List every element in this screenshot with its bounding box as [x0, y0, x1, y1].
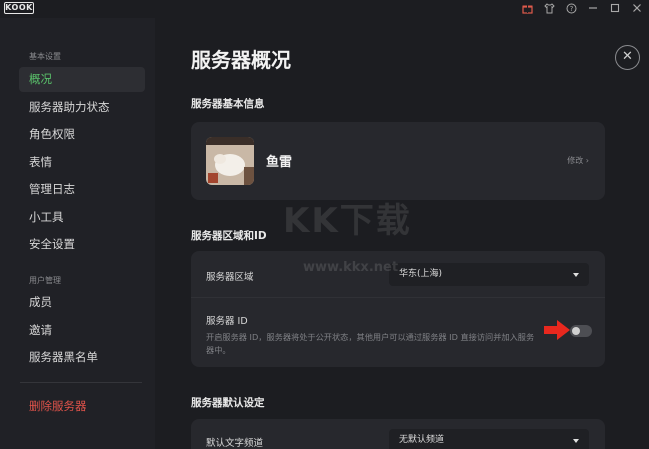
- maximize-icon[interactable]: [609, 2, 621, 14]
- sidebar-item-audit-log[interactable]: 管理日志: [19, 177, 145, 202]
- sidebar-divider: [20, 382, 142, 383]
- sidebar-item-blacklist[interactable]: 服务器黑名单: [19, 345, 145, 370]
- sidebar-section-basic: 基本设置: [29, 52, 61, 61]
- shirt-icon[interactable]: [543, 2, 555, 14]
- server-avatar[interactable]: [206, 137, 254, 185]
- server-id-toggle[interactable]: [570, 325, 592, 337]
- sidebar-item-security[interactable]: 安全设置: [19, 232, 145, 257]
- region-label: 服务器区域: [206, 272, 254, 283]
- toggle-knob: [572, 327, 580, 335]
- sidebar-item-widgets[interactable]: 小工具: [19, 205, 145, 230]
- sidebar-item-invites[interactable]: 邀请: [19, 318, 145, 343]
- sidebar-item-members[interactable]: 成员: [19, 290, 145, 315]
- title-bar: KOOK ?: [0, 0, 649, 18]
- red-arrow-icon: [544, 320, 570, 340]
- sidebar-item-boost[interactable]: 服务器助力状态: [19, 95, 145, 120]
- watermark-logo: KK下载: [283, 201, 412, 241]
- gift-icon[interactable]: [521, 2, 533, 14]
- server-id-label: 服务器 ID: [206, 316, 248, 327]
- minimize-icon[interactable]: [587, 2, 599, 14]
- kook-logo: KOOK: [4, 2, 34, 14]
- default-text-channel-select[interactable]: 无默认频道: [389, 429, 589, 449]
- sidebar-item-roles[interactable]: 角色权限: [19, 122, 145, 147]
- region-select-value: 华东(上海): [399, 269, 443, 279]
- section-title-defaults: 服务器默认设定: [191, 397, 265, 409]
- watermark-url: www.kkx.net: [303, 260, 399, 275]
- chevron-down-icon: [573, 273, 579, 277]
- sidebar-item-delete-server[interactable]: 删除服务器: [19, 394, 145, 419]
- main-panel: 服务器概况 ✕ 服务器基本信息 鱼雷 修改 › 服务器区域和ID 服务器区域 华…: [155, 18, 649, 449]
- sidebar-section-users: 用户管理: [29, 276, 61, 285]
- close-icon[interactable]: [631, 2, 643, 14]
- sidebar-item-emoji[interactable]: 表情: [19, 150, 145, 175]
- row-divider: [191, 297, 605, 298]
- page-title: 服务器概况: [191, 48, 291, 72]
- default-text-channel-label: 默认文字频道: [206, 438, 264, 449]
- section-title-region: 服务器区域和ID: [191, 230, 267, 242]
- chevron-down-icon: [573, 439, 579, 443]
- server-info-card: 鱼雷 修改 ›: [191, 122, 605, 200]
- edit-server-link[interactable]: 修改 ›: [567, 155, 589, 166]
- server-name: 鱼雷: [266, 155, 293, 170]
- section-title-basic-info: 服务器基本信息: [191, 98, 265, 110]
- default-text-channel-value: 无默认频道: [399, 435, 445, 445]
- svg-text:?: ?: [569, 5, 573, 13]
- sidebar-item-overview[interactable]: 概况: [19, 67, 145, 92]
- defaults-card: 默认文字频道 无默认频道: [191, 419, 605, 449]
- close-settings-button[interactable]: ✕: [615, 45, 640, 70]
- settings-sidebar: 基本设置 概况 服务器助力状态 角色权限 表情 管理日志 小工具 安全设置 用户…: [0, 18, 155, 449]
- server-id-description: 开启服务器 ID，服务器将处于公开状态，其他用户可以通过服务器 ID 直接访问并…: [206, 332, 535, 355]
- help-icon[interactable]: ?: [565, 2, 577, 14]
- region-select[interactable]: 华东(上海): [389, 263, 589, 286]
